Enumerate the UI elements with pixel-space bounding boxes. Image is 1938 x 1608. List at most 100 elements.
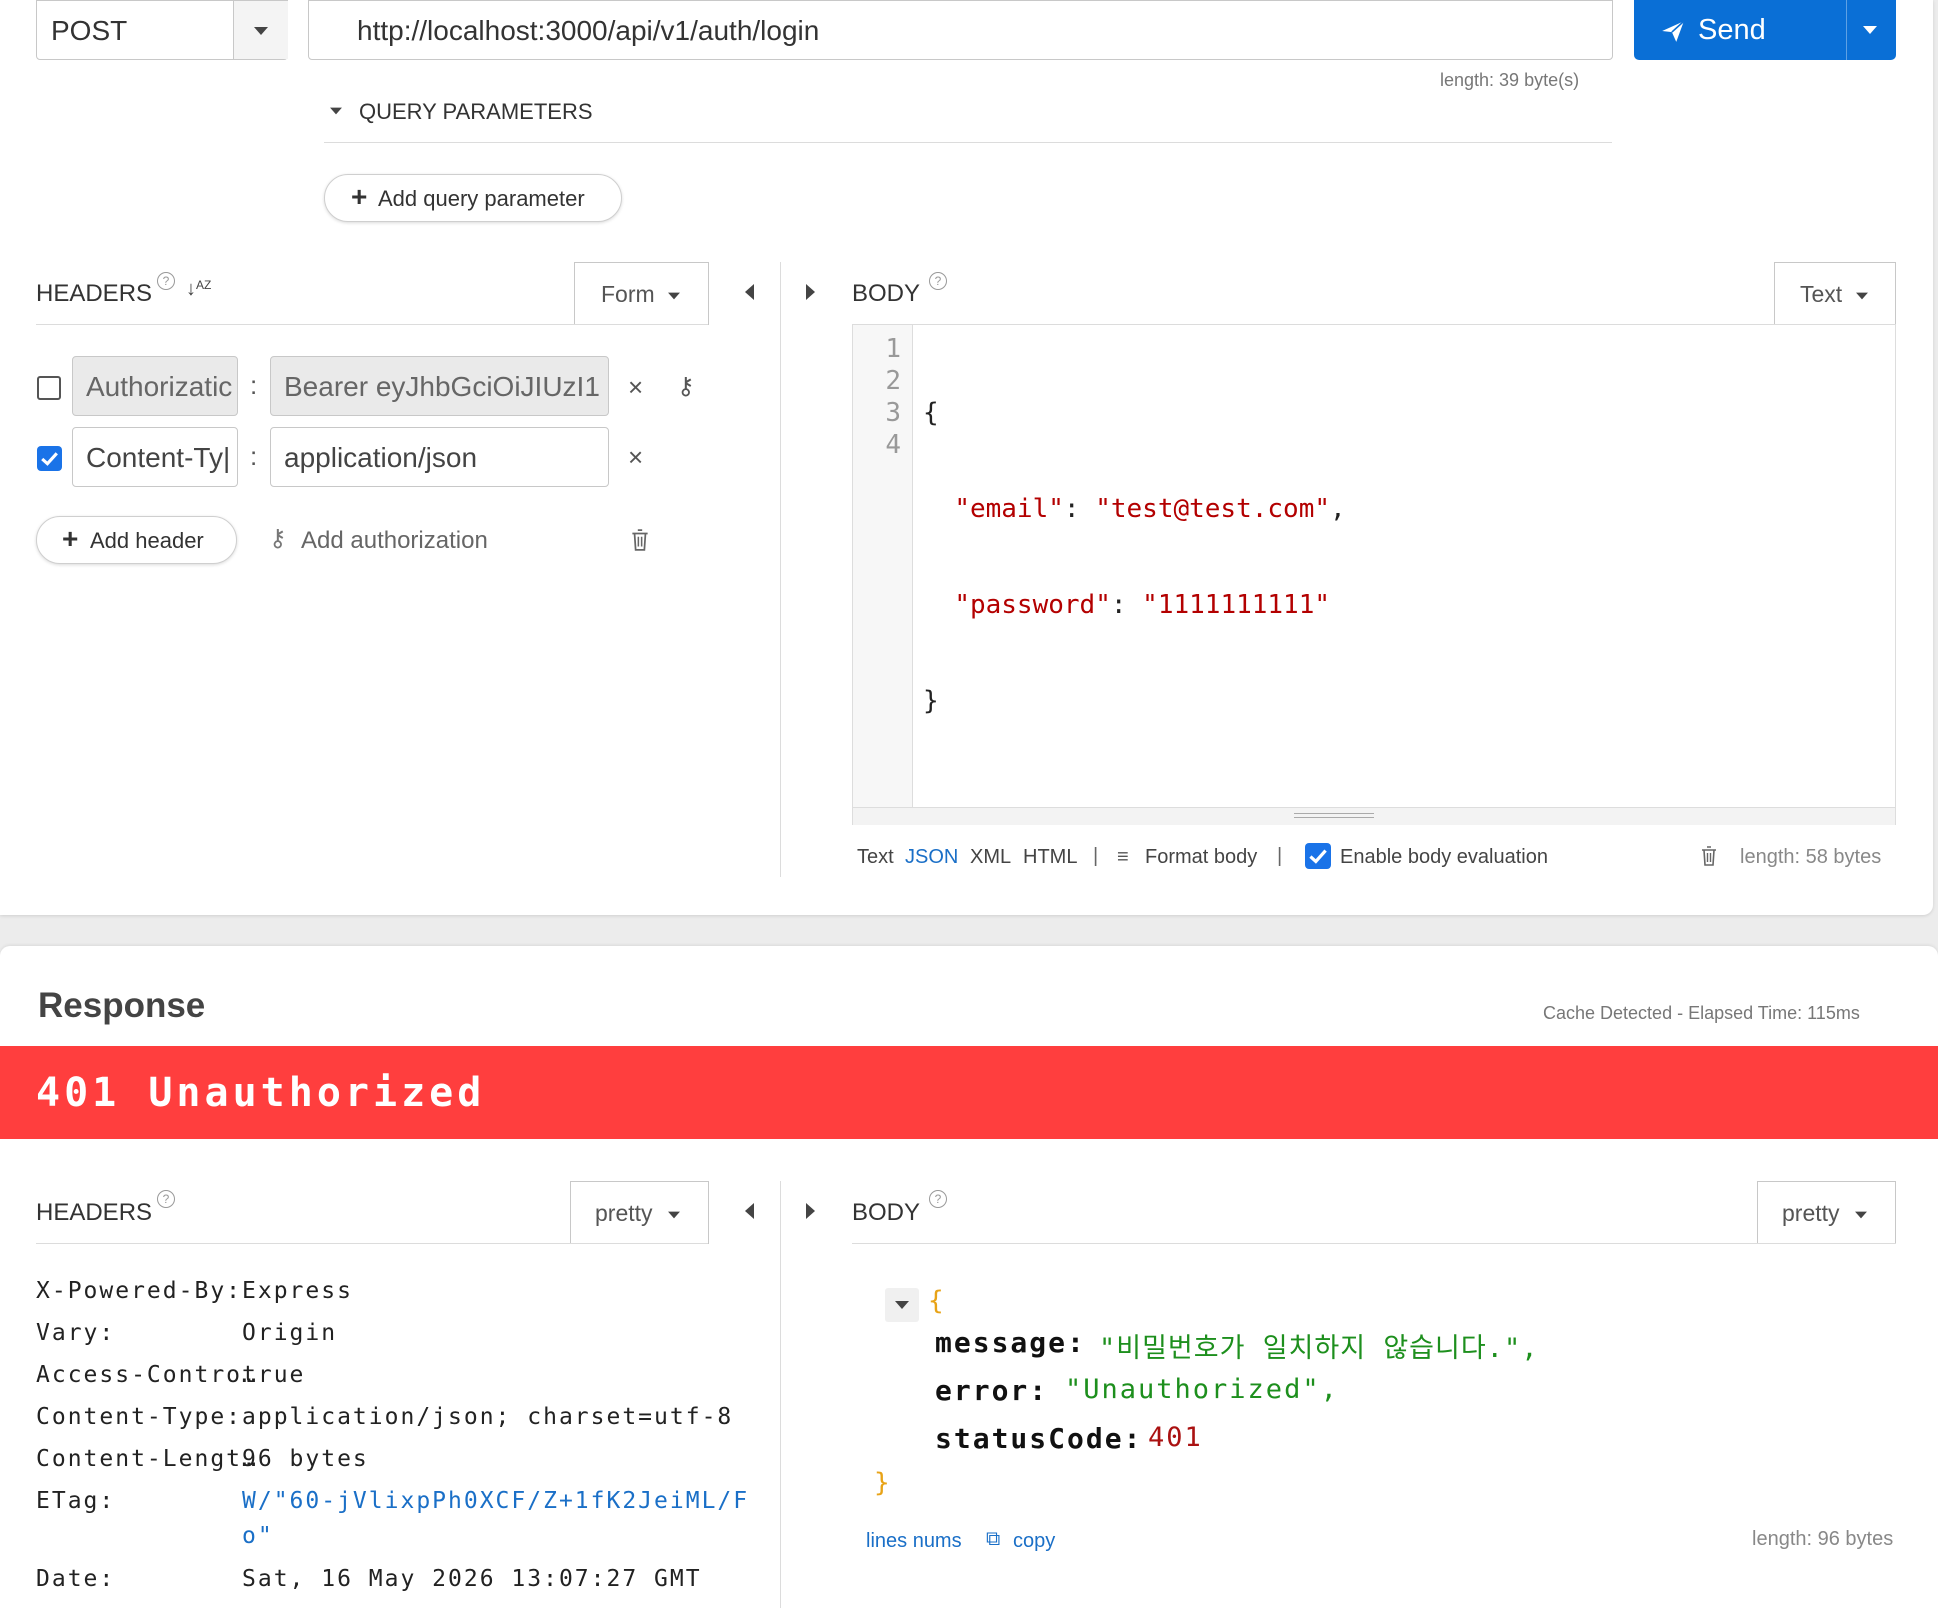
- line-number: 3: [885, 398, 901, 428]
- response-header-value: 96 bytes: [242, 1446, 369, 1472]
- code-string: "test@test.com": [1095, 494, 1331, 524]
- send-options-chevron-icon[interactable]: [1863, 26, 1877, 34]
- body-length: length: 58 bytes: [1740, 846, 1882, 868]
- sort-az-icon[interactable]: ↓AZ: [186, 278, 211, 301]
- plus-icon: +: [351, 181, 368, 212]
- key-icon[interactable]: ⚷: [677, 372, 695, 401]
- method-value: POST: [51, 15, 128, 46]
- add-header-label: Add header: [90, 528, 204, 553]
- line-numbers-toggle[interactable]: lines nums: [866, 1530, 962, 1553]
- add-header-button[interactable]: + Add header: [36, 516, 237, 564]
- help-icon[interactable]: ?: [157, 272, 175, 290]
- etag-link-continued[interactable]: o": [242, 1523, 274, 1549]
- json-key: message:: [935, 1326, 1086, 1359]
- response-headers-title: HEADERS: [36, 1199, 153, 1226]
- query-params-label[interactable]: QUERY PARAMETERS: [359, 99, 593, 125]
- code-content: { "email": "test@test.com", "password": …: [923, 398, 1346, 716]
- chevron-down-icon: [668, 1211, 680, 1219]
- line-number: 2: [885, 366, 901, 396]
- header-value-input[interactable]: application/json: [270, 427, 609, 487]
- response-header-name: Content-Type:: [36, 1404, 243, 1430]
- json-collapse-toggle[interactable]: [885, 1288, 919, 1322]
- code-brace: }: [923, 686, 939, 716]
- url-input[interactable]: http://localhost:3000/api/v1/auth/login: [308, 0, 1613, 60]
- collapse-left-arrow-icon[interactable]: [745, 284, 754, 300]
- copy-icon[interactable]: ⧉: [986, 1528, 1000, 1551]
- response-header-value: application/json; charset=utf-8: [242, 1404, 734, 1430]
- response-header-name: Access-Contro…: [36, 1362, 258, 1388]
- chevron-down-icon: [1856, 292, 1868, 300]
- code-string: "1111111111": [1142, 590, 1331, 620]
- status-text: 401 Unauthorized: [36, 1070, 486, 1116]
- collapse-caret-icon[interactable]: [330, 107, 342, 115]
- status-banner: 401 Unauthorized: [0, 1046, 1938, 1139]
- json-brace-open: {: [928, 1286, 944, 1316]
- plus-icon: +: [62, 523, 79, 554]
- format-xml-option[interactable]: XML: [970, 846, 1011, 869]
- code-brace: {: [923, 398, 939, 428]
- json-key: error:: [935, 1374, 1049, 1407]
- send-button[interactable]: Send: [1634, 0, 1896, 60]
- remove-header-icon[interactable]: ×: [628, 372, 643, 403]
- help-icon[interactable]: ?: [929, 1190, 947, 1208]
- send-label: Send: [1698, 14, 1766, 46]
- enable-body-evaluation-label: Enable body evaluation: [1340, 846, 1548, 868]
- header-name-input[interactable]: Content-Ty|: [72, 427, 238, 487]
- json-key: statusCode:: [935, 1422, 1143, 1455]
- header-enable-checkbox[interactable]: [37, 376, 61, 400]
- format-json-option[interactable]: JSON: [905, 846, 958, 869]
- body-mode-select[interactable]: Text: [1774, 262, 1896, 325]
- body-editor[interactable]: 1 2 3 4 { "email": "test@test.com", "pas…: [852, 325, 1896, 825]
- line-number: 4: [885, 430, 901, 460]
- format-body-button[interactable]: Format body: [1145, 846, 1257, 869]
- enable-body-evaluation-checkbox[interactable]: [1305, 843, 1331, 869]
- etag-link[interactable]: W/"60-jVlixpPh0XCF/Z+1fK2JeiML/F: [242, 1488, 749, 1514]
- paper-plane-icon: [1662, 20, 1685, 42]
- body-mode-label: Text: [1800, 281, 1843, 307]
- headers-mode-select[interactable]: Form: [574, 262, 709, 325]
- response-body-length: length: 96 bytes: [1752, 1528, 1894, 1550]
- help-icon[interactable]: ?: [157, 1190, 175, 1208]
- request-body-title: BODY: [852, 280, 921, 307]
- request-headers-title: HEADERS: [36, 280, 153, 307]
- chevron-down-icon: [1855, 1211, 1867, 1219]
- response-header-value: true: [242, 1362, 306, 1388]
- format-text-option[interactable]: Text: [857, 846, 894, 869]
- response-body-mode-select[interactable]: pretty: [1757, 1181, 1896, 1244]
- collapse-left-arrow-icon[interactable]: [745, 1203, 754, 1219]
- separator: |: [1277, 845, 1283, 867]
- json-brace-close: }: [874, 1468, 890, 1498]
- add-query-parameter-label: Add query parameter: [378, 186, 585, 211]
- response-headers-mode-select[interactable]: pretty: [570, 1181, 709, 1244]
- code-key: "password": [954, 590, 1111, 620]
- check-icon: [41, 452, 58, 466]
- check-icon: [1309, 849, 1327, 864]
- response-header-value: Express: [242, 1278, 353, 1304]
- remove-header-icon[interactable]: ×: [628, 442, 643, 473]
- method-select[interactable]: POST: [36, 0, 288, 60]
- header-value-value: Bearer eyJhbGciOiJIUzI1: [284, 371, 600, 402]
- collapse-right-arrow-icon[interactable]: [806, 284, 815, 300]
- add-query-parameter-button[interactable]: + Add query parameter: [324, 174, 622, 222]
- collapse-right-arrow-icon[interactable]: [806, 1203, 815, 1219]
- help-icon[interactable]: ?: [929, 272, 947, 290]
- response-body-mode-label: pretty: [1782, 1200, 1840, 1226]
- header-name-input[interactable]: Authorizatic: [72, 356, 238, 416]
- editor-resize-handle[interactable]: [853, 807, 1895, 825]
- trash-icon[interactable]: [1699, 845, 1719, 867]
- json-number: 401: [1148, 1422, 1203, 1453]
- add-authorization-link[interactable]: Add authorization: [301, 527, 488, 555]
- code-key: "email": [954, 494, 1064, 524]
- header-enable-checkbox[interactable]: [37, 446, 62, 471]
- method-dropdown-toggle[interactable]: [233, 1, 288, 59]
- json-string: "Unauthorized",: [1065, 1374, 1339, 1405]
- json-string: "비밀번호가 일치하지 않습니다.",: [1099, 1333, 1539, 1364]
- headers-mode-label: Form: [601, 281, 655, 307]
- response-body-title: BODY: [852, 1199, 921, 1226]
- trash-icon[interactable]: [629, 528, 651, 552]
- format-html-option[interactable]: HTML: [1023, 846, 1077, 869]
- response-headers-mode-label: pretty: [595, 1200, 653, 1226]
- response-header-name: X-Powered-By:: [36, 1278, 243, 1304]
- copy-button[interactable]: copy: [1013, 1530, 1055, 1553]
- header-value-input[interactable]: Bearer eyJhbGciOiJIUzI1: [270, 356, 609, 416]
